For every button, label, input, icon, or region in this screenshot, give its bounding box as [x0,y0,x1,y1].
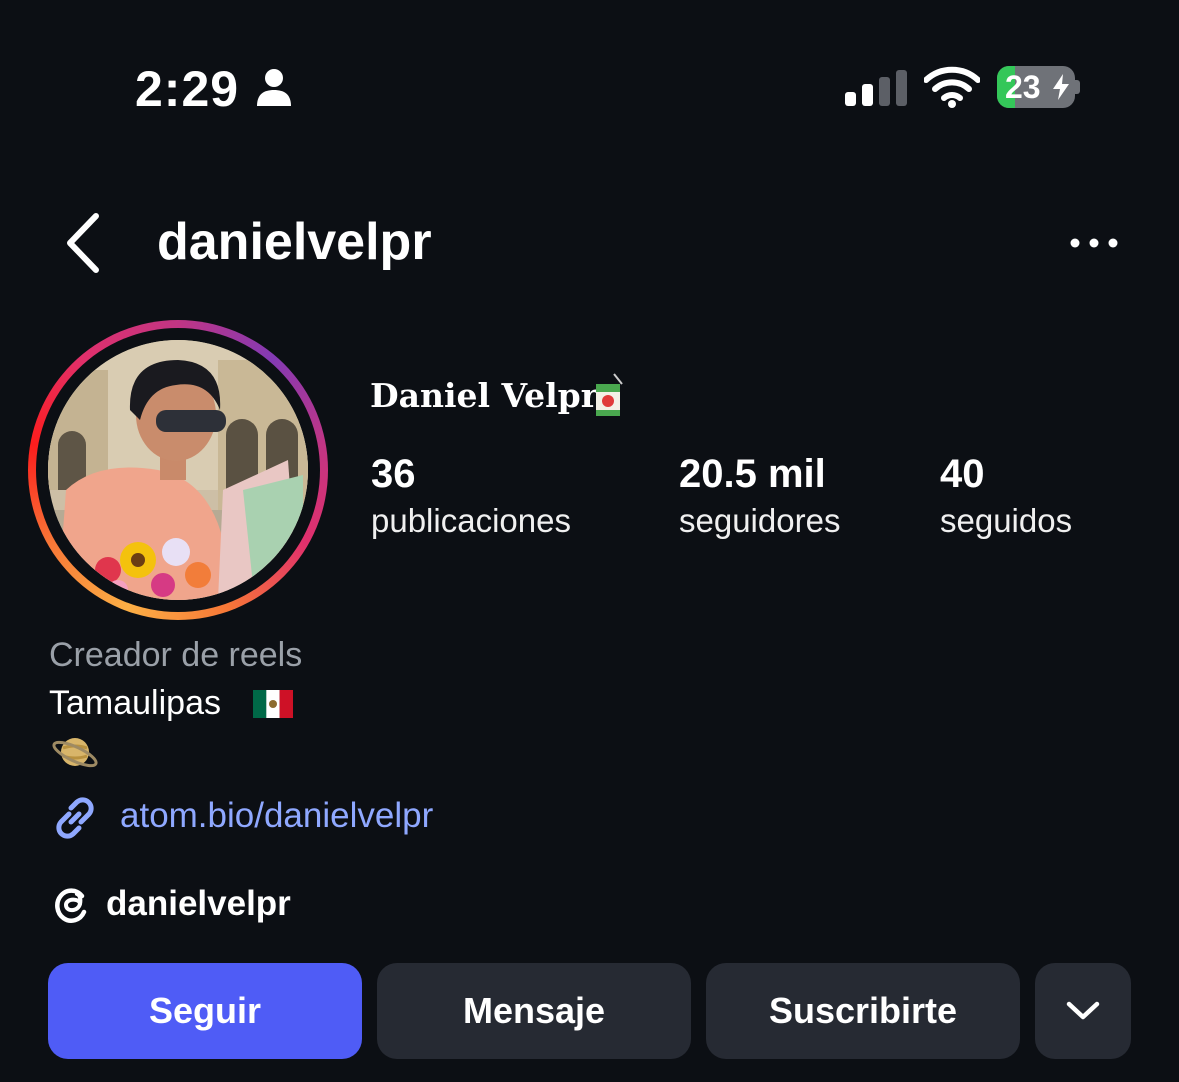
follow-button[interactable]: Seguir [48,963,362,1059]
juice-box-icon [596,373,623,416]
chevron-down-icon [1066,1001,1100,1020]
page-title-username: danielvelpr [157,213,432,271]
bio-link[interactable]: atom.bio/danielvelpr [120,796,433,836]
suggested-accounts-button[interactable] [1035,963,1131,1059]
stat-posts-label[interactable]: publicaciones [371,502,571,540]
avatar [48,340,308,600]
back-button[interactable] [58,210,110,276]
battery-level: 23 [1005,69,1041,105]
stat-following-count[interactable]: 40 [940,452,985,497]
battery-indicator: 23 [997,66,1075,108]
stat-followers-count[interactable]: 20.5 mil [679,452,826,497]
ringed-planet-icon [52,738,98,768]
status-time: 2:29 [135,61,240,117]
stat-followers-label[interactable]: seguidores [679,502,840,540]
wifi-icon [924,66,980,108]
bio-location: Tamaulipas [49,684,221,722]
mexico-flag-icon [253,690,293,718]
battery-nub [1075,80,1080,94]
avatar-photo-illustration [48,340,308,600]
charging-bolt-icon [1053,74,1069,100]
stat-following-label[interactable]: seguidos [940,502,1072,540]
message-button[interactable]: Mensaje [377,963,691,1059]
subscribe-button[interactable]: Suscribirte [706,963,1020,1059]
threads-icon[interactable] [50,882,94,926]
person-icon [257,69,291,106]
stat-posts-count[interactable]: 36 [371,452,416,497]
more-options-button[interactable] [1066,228,1122,258]
profile-category: Creador de reels [49,636,303,674]
threads-handle[interactable]: danielvelpr [106,884,291,924]
link-icon [56,797,94,839]
avatar-story-ring[interactable] [28,320,328,620]
cellular-signal-icon [845,70,907,106]
display-name: Daniel Velpr [370,376,599,415]
